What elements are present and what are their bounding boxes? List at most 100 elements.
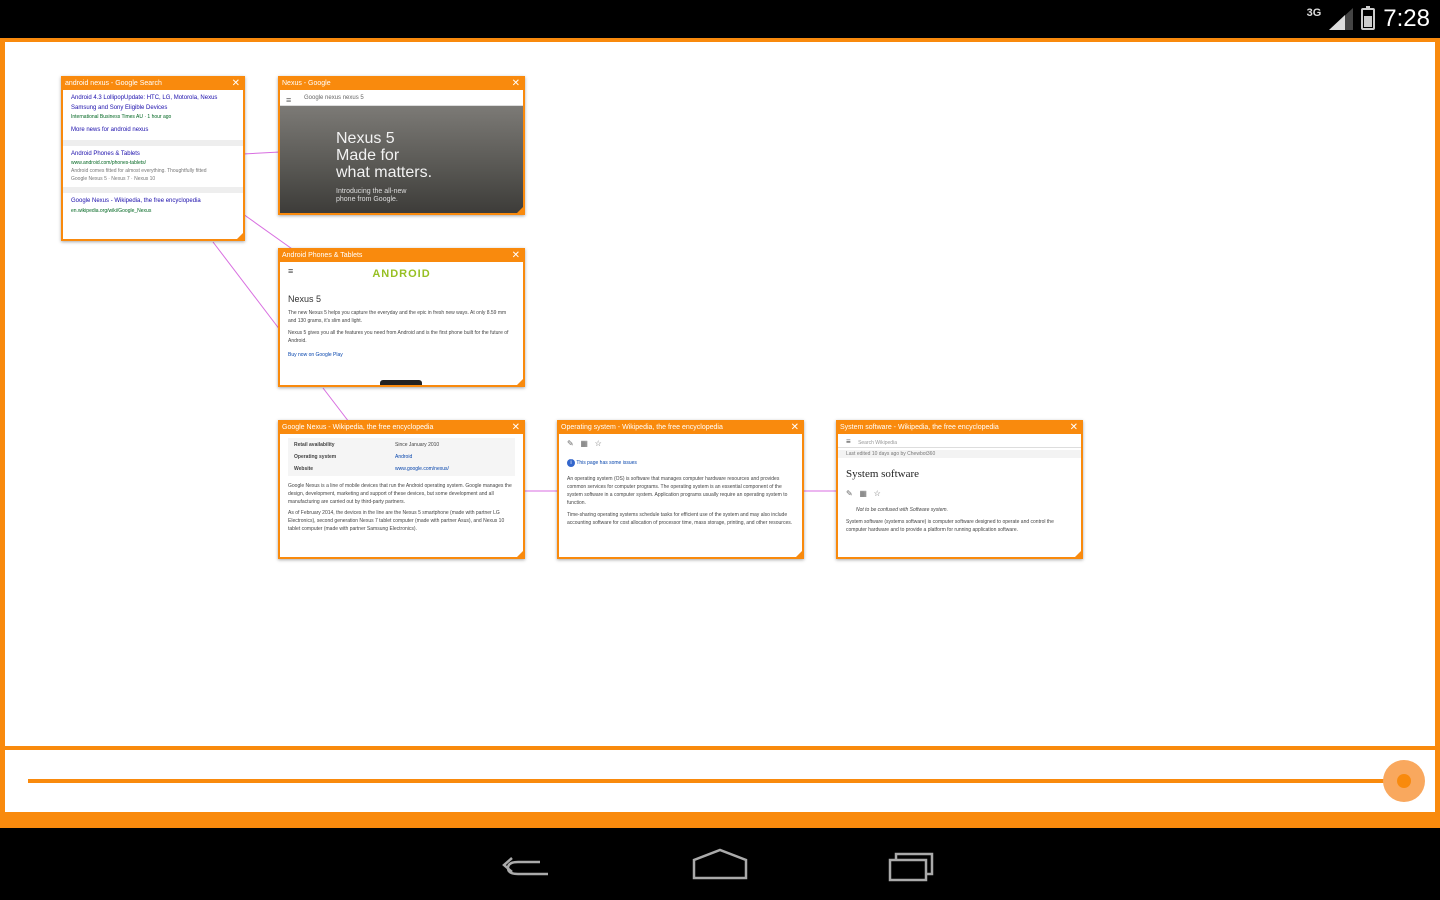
more-news-link[interactable]: More news for android nexus [71,126,235,136]
notice-text[interactable]: This page has some issues [576,460,637,466]
divider [63,139,243,146]
tab-card-title: Operating system - Wikipedia, the free e… [559,422,802,434]
tab-preview: Android 4.3 LollipopUpdate: HTC, LG, Mot… [63,90,243,239]
infobox-key: Retail availability [294,442,335,448]
page-actions: ✎ ▦ ☆ [567,438,794,451]
close-icon[interactable]: ✕ [512,422,520,434]
info-icon: i [567,458,575,467]
paragraph: Nexus 5 gives you all the features you n… [288,329,509,344]
result-source: International Business Times AU · 1 hour… [71,114,172,121]
menu-icon: ≡ [846,437,851,446]
language-icon[interactable]: ▦ [580,439,588,448]
result-url: www.android.com/phones-tablets/ [71,160,147,167]
language-icon[interactable]: ▦ [859,489,867,498]
infobox-value[interactable]: www.google.com/nexus/ [391,464,513,474]
tab-card-title-text: Operating system - Wikipedia, the free e… [561,424,723,431]
hero-subtitle: Introducing the all-new phone from Googl… [336,188,407,203]
connector-line [212,241,281,331]
paragraph: Time-sharing operating systems schedule … [567,511,793,526]
infobox: Retail availability Since January 2010 Op… [288,438,515,476]
search-input[interactable]: Search Wikipedia [858,440,897,446]
connector-line [242,151,281,155]
infobox-value[interactable]: Android [391,452,513,462]
paragraph: An operating system (OS) is software tha… [567,475,788,506]
result-snippet: Android comes fitted for almost everythi… [71,168,207,175]
close-icon[interactable]: ✕ [1070,422,1078,434]
close-icon[interactable]: ✕ [512,78,520,90]
tab-card-title-text: Nexus - Google [282,80,331,87]
result-snippet: Google Nexus 5 · Nexus 7 · Nexus 10 [71,176,156,183]
status-icons: 3G 7:28 [1307,4,1430,34]
tab-card-title: Android Phones & Tablets ✕ [280,250,523,262]
tab-card-title-text: Google Nexus - Wikipedia, the free encyc… [282,424,434,431]
page-actions: ✎ ▦ ☆ [846,488,1073,501]
infobox-row: Retail availability Since January 2010 [290,440,513,450]
infobox-value: Since January 2010 [395,442,440,448]
android-logo: ANDROID [372,268,431,280]
result-link[interactable]: Google Nexus - Wikipedia, the free encyc… [71,197,235,207]
paragraph: The new Nexus 5 helps you capture the ev… [288,309,507,324]
slider-thumb[interactable] [1397,774,1411,788]
infobox-key: Operating system [294,454,337,460]
tab-card[interactable]: android nexus - Google Search ✕ Android … [61,76,245,241]
page-toolbar: Google nexus nexus 5 [280,90,523,106]
paragraph: As of February 2014, the devices in the … [288,510,505,532]
battery-icon [1361,6,1376,30]
tab-preview: Google nexus nexus 5 ≡ Nexus 5 Made for … [280,90,523,213]
back-icon[interactable] [500,848,556,882]
tab-card[interactable]: Nexus - Google ✕ Google nexus nexus 5 ≡ … [278,76,525,215]
tab-card[interactable]: Operating system - Wikipedia, the free e… [557,420,804,559]
result-link[interactable]: Samsung and Sony Eligible Devices [71,104,235,114]
page-heading: System software [846,468,920,480]
star-icon[interactable]: ☆ [595,439,602,448]
hero-title: Nexus 5 Made for what matters. [336,130,433,181]
recents-icon[interactable] [886,848,942,882]
status-bar: 3G 7:28 [0,0,1440,38]
tab-card-title-text: Android Phones & Tablets [282,252,363,259]
infobox-row: Website www.google.com/nexus/ [290,464,513,474]
hero-image: Nexus 5 Made for what matters. Introduci… [280,106,523,213]
hatnote: Not to be confused with Software system. [856,507,948,514]
infobox-key: Website [294,466,314,472]
star-icon[interactable]: ☆ [874,489,881,498]
paragraph: Google Nexus is a line of mobile devices… [288,483,512,505]
tab-tree-app: android nexus - Google Search ✕ Android … [0,38,1440,828]
slider-track[interactable] [28,779,1406,783]
result-link[interactable]: Android Phones & Tablets [71,150,235,160]
home-icon[interactable] [692,848,748,882]
signal-icon [1329,8,1354,30]
tab-card[interactable]: Android Phones & Tablets ✕ ≡ ANDROID Nex… [278,248,525,387]
buy-link[interactable]: Buy now on Google Play [288,351,515,359]
navigation-bar [0,828,1440,900]
result-link[interactable]: Android 4.3 LollipopUpdate: HTC, LG, Mot… [71,94,235,104]
close-icon[interactable]: ✕ [512,250,520,262]
connector-line [322,387,350,423]
tab-card-title: android nexus - Google Search ✕ [63,78,243,90]
status-clock: 7:28 [1383,5,1430,32]
close-icon[interactable]: ✕ [232,78,240,90]
paragraph: System software (systems software) is co… [846,519,1054,534]
tab-preview: ✎ ▦ ☆ i This page has some issues An ope… [559,434,802,557]
divider [63,187,243,194]
edit-icon[interactable]: ✎ [567,439,574,448]
wiki-searchbar: ≡ Search Wikipedia [838,436,1081,448]
connector-line [242,213,296,252]
timeline-slider[interactable] [5,750,1435,812]
phone-image [380,380,422,385]
network-type: 3G [1306,7,1322,19]
page-heading: Nexus 5 [288,293,322,304]
infobox-row: Operating system Android [290,452,513,462]
tab-card-title: System software - Wikipedia, the free en… [838,422,1081,434]
tab-card-title-text: android nexus - Google Search [65,80,162,87]
notice: i This page has some issues [567,458,794,467]
result-url: en.wikipedia.org/wiki/Google_Nexus [71,207,152,214]
last-edited[interactable]: Last edited 10 days ago by Chewbot360 [838,450,1081,458]
tab-card[interactable]: Google Nexus - Wikipedia, the free encyc… [278,420,525,559]
tab-card-title: Google Nexus - Wikipedia, the free encyc… [280,422,523,434]
edit-icon[interactable]: ✎ [846,489,853,498]
tab-tree-canvas[interactable]: android nexus - Google Search ✕ Android … [5,42,1435,746]
tab-card-title: Nexus - Google ✕ [280,78,523,90]
close-icon[interactable]: ✕ [791,422,799,434]
tab-preview: Retail availability Since January 2010 Op… [280,434,523,557]
tab-card[interactable]: System software - Wikipedia, the free en… [836,420,1083,559]
